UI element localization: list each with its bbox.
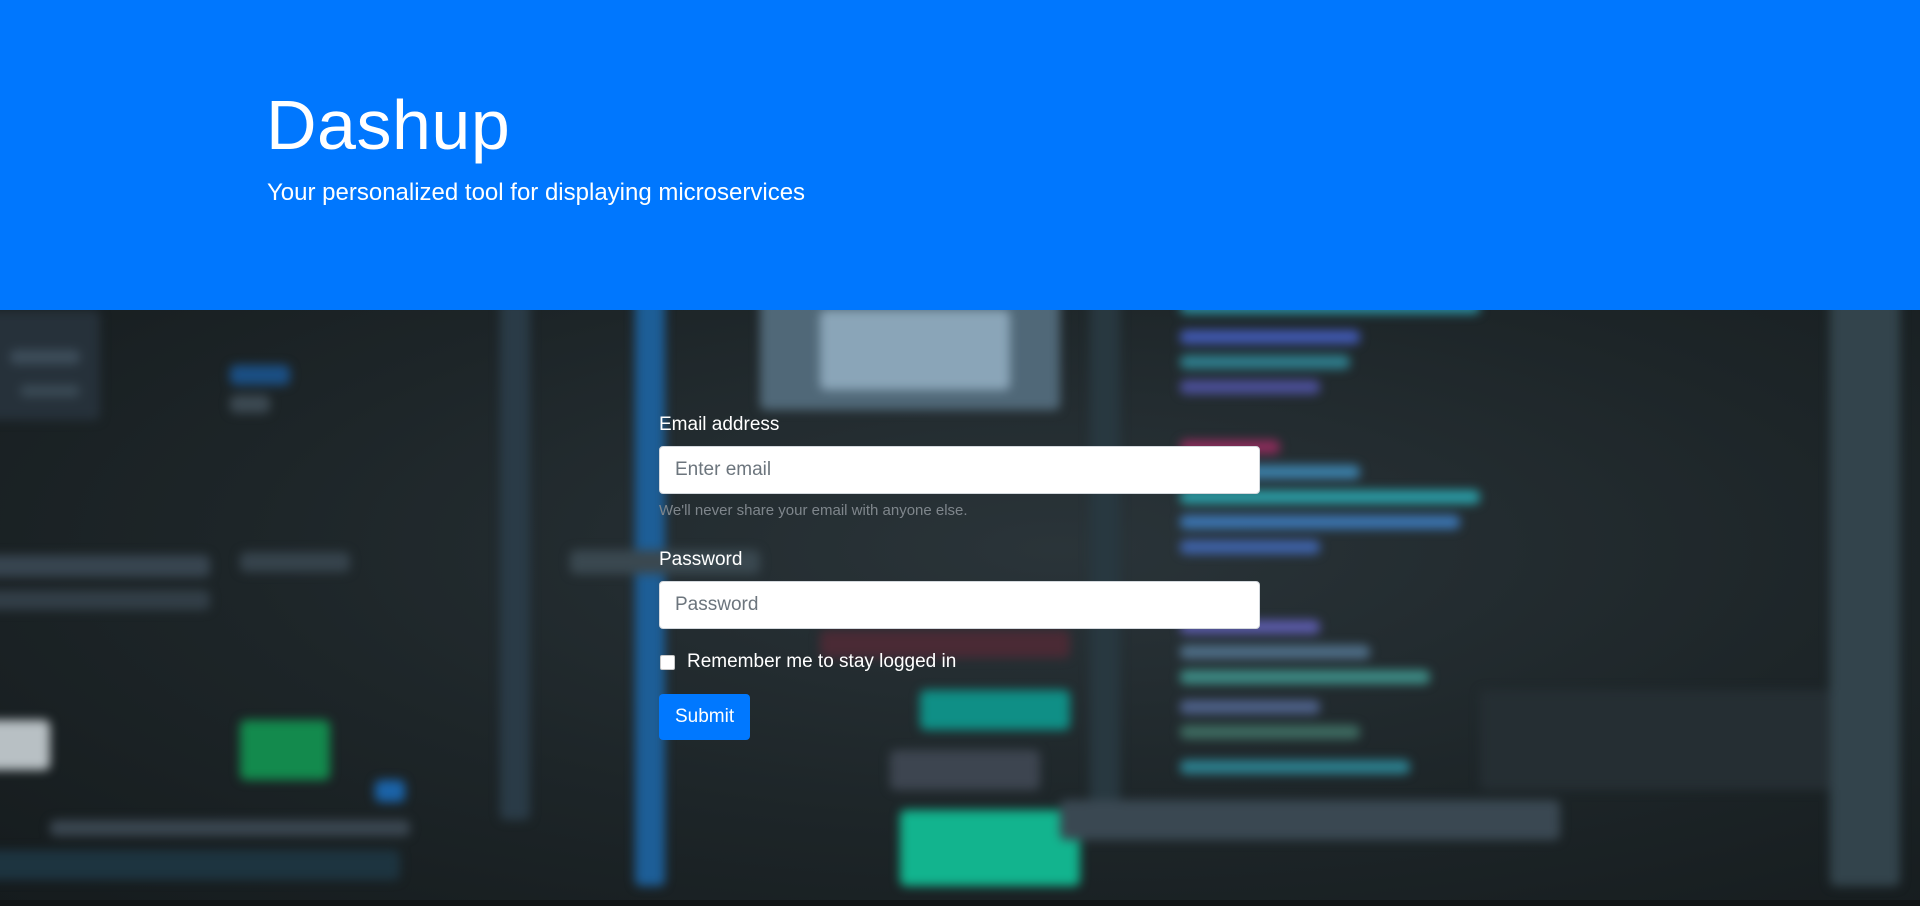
remember-checkbox[interactable]	[660, 654, 675, 670]
app-subtitle: Your personalized tool for displaying mi…	[267, 179, 806, 206]
email-help-text: We'll never share your email with anyone…	[659, 502, 968, 519]
login-page: Dashup Your personalized tool for displa…	[0, 0, 1920, 906]
password-field[interactable]	[659, 581, 1260, 629]
email-label: Email address	[659, 414, 780, 435]
hero-banner: Dashup Your personalized tool for displa…	[0, 0, 1920, 310]
remember-row: Remember me to stay logged in	[659, 649, 1260, 675]
password-label: Password	[659, 549, 743, 570]
email-field[interactable]	[659, 446, 1260, 494]
email-group: Email address We'll never share your ema…	[659, 412, 1260, 521]
app-title: Dashup	[266, 86, 511, 164]
bottom-divider	[0, 900, 1920, 906]
submit-button[interactable]: Submit	[659, 694, 751, 740]
remember-label[interactable]: Remember me to stay logged in	[687, 649, 956, 675]
password-group: Password	[659, 547, 1260, 629]
login-form: Email address We'll never share your ema…	[659, 412, 1260, 740]
